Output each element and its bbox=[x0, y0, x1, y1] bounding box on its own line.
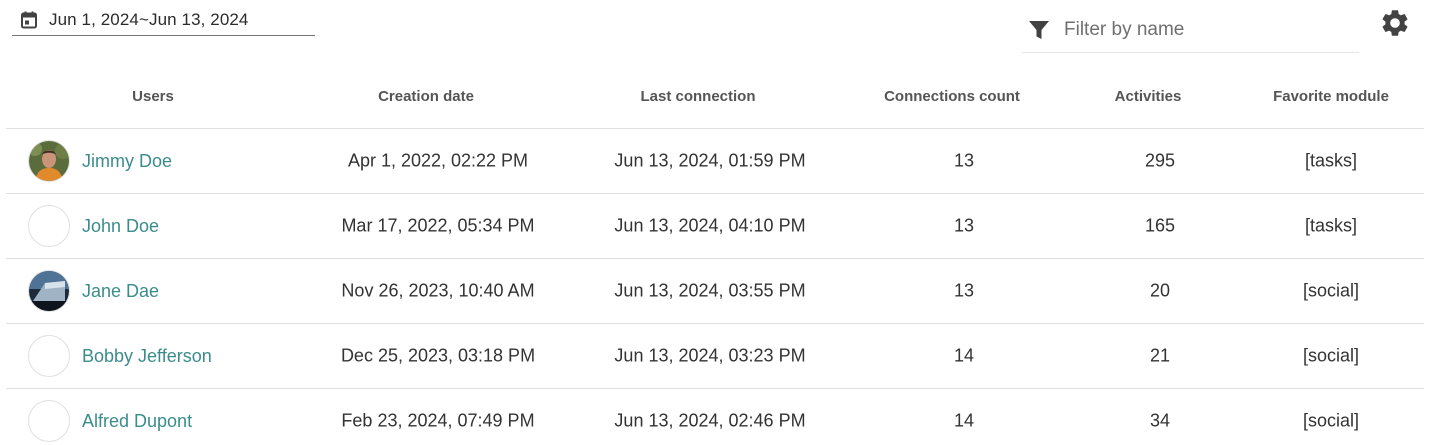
filter-by-name-field bbox=[1022, 8, 1359, 53]
favorite-module-cell: [social] bbox=[1302, 345, 1360, 366]
last-connection-cell: Jun 13, 2024, 03:55 PM bbox=[614, 280, 806, 301]
funnel-filter-icon bbox=[1027, 18, 1051, 42]
connections-count-cell: 14 bbox=[953, 345, 975, 366]
user-cell: Jane Dae bbox=[28, 270, 159, 312]
gear-icon bbox=[1379, 7, 1411, 44]
user-cell: Bobby Jefferson bbox=[28, 335, 212, 377]
activities-cell: 34 bbox=[1149, 410, 1171, 431]
table-row: John Doe Mar 17, 2022, 05:34 PM Jun 13, … bbox=[6, 194, 1424, 259]
table-row: Jimmy Doe Apr 1, 2022, 02:22 PM Jun 13, … bbox=[6, 129, 1424, 194]
calendar-icon bbox=[19, 10, 39, 30]
column-header-connections-count[interactable]: Connections count bbox=[884, 88, 1020, 105]
column-header-favorite-module[interactable]: Favorite module bbox=[1273, 88, 1389, 105]
table-header: Users Creation date Last connection Conn… bbox=[6, 64, 1424, 129]
column-header-users[interactable]: Users bbox=[132, 88, 174, 105]
settings-button[interactable] bbox=[1378, 9, 1411, 42]
activities-cell: 20 bbox=[1149, 280, 1171, 301]
user-cell: Alfred Dupont bbox=[28, 400, 192, 442]
user-cell: Jimmy Doe bbox=[28, 140, 172, 182]
connections-count-cell: 14 bbox=[953, 410, 975, 431]
table-row: Jane Dae Nov 26, 2023, 10:40 AM Jun 13, … bbox=[6, 259, 1424, 324]
last-connection-cell: Jun 13, 2024, 04:10 PM bbox=[614, 215, 806, 236]
user-cell: John Doe bbox=[28, 205, 159, 247]
creation-date-cell: Nov 26, 2023, 10:40 AM bbox=[341, 280, 535, 301]
connections-count-cell: 13 bbox=[953, 215, 975, 236]
column-header-activities[interactable]: Activities bbox=[1115, 88, 1182, 105]
last-connection-cell: Jun 13, 2024, 02:46 PM bbox=[614, 410, 806, 431]
last-connection-cell: Jun 13, 2024, 01:59 PM bbox=[614, 150, 806, 171]
date-range-picker[interactable]: Jun 1, 2024~Jun 13, 2024 bbox=[12, 4, 315, 36]
table-row: Alfred Dupont Feb 23, 2024, 07:49 PM Jun… bbox=[6, 389, 1424, 445]
activities-cell: 21 bbox=[1149, 345, 1171, 366]
favorite-module-cell: [social] bbox=[1302, 280, 1360, 301]
avatar[interactable] bbox=[28, 205, 70, 247]
favorite-module-cell: [tasks] bbox=[1304, 150, 1358, 171]
users-analytics-panel: Jun 1, 2024~Jun 13, 2024 Users Creation … bbox=[0, 0, 1434, 445]
avatar[interactable] bbox=[28, 400, 70, 442]
creation-date-cell: Apr 1, 2022, 02:22 PM bbox=[347, 150, 529, 171]
user-name-link[interactable]: Bobby Jefferson bbox=[82, 346, 212, 367]
activities-cell: 295 bbox=[1144, 150, 1176, 171]
users-table: Users Creation date Last connection Conn… bbox=[6, 64, 1424, 445]
last-connection-cell: Jun 13, 2024, 03:23 PM bbox=[614, 345, 806, 366]
activities-cell: 165 bbox=[1144, 215, 1176, 236]
connections-count-cell: 13 bbox=[953, 280, 975, 301]
creation-date-cell: Feb 23, 2024, 07:49 PM bbox=[341, 410, 535, 431]
avatar[interactable] bbox=[28, 140, 70, 182]
user-name-link[interactable]: John Doe bbox=[82, 216, 159, 237]
favorite-module-cell: [social] bbox=[1302, 410, 1360, 431]
creation-date-cell: Dec 25, 2023, 03:18 PM bbox=[340, 345, 536, 366]
connections-count-cell: 13 bbox=[953, 150, 975, 171]
user-name-link[interactable]: Alfred Dupont bbox=[82, 411, 192, 432]
avatar[interactable] bbox=[28, 270, 70, 312]
column-header-last-connection[interactable]: Last connection bbox=[640, 88, 755, 105]
creation-date-cell: Mar 17, 2022, 05:34 PM bbox=[341, 215, 535, 236]
filter-by-name-input[interactable] bbox=[1064, 19, 1344, 41]
table-row: Bobby Jefferson Dec 25, 2023, 03:18 PM J… bbox=[6, 324, 1424, 389]
avatar[interactable] bbox=[28, 335, 70, 377]
date-range-text: Jun 1, 2024~Jun 13, 2024 bbox=[49, 9, 249, 29]
favorite-module-cell: [tasks] bbox=[1304, 215, 1358, 236]
column-header-creation-date[interactable]: Creation date bbox=[378, 88, 474, 105]
user-name-link[interactable]: Jimmy Doe bbox=[82, 151, 172, 172]
user-name-link[interactable]: Jane Dae bbox=[82, 281, 159, 302]
